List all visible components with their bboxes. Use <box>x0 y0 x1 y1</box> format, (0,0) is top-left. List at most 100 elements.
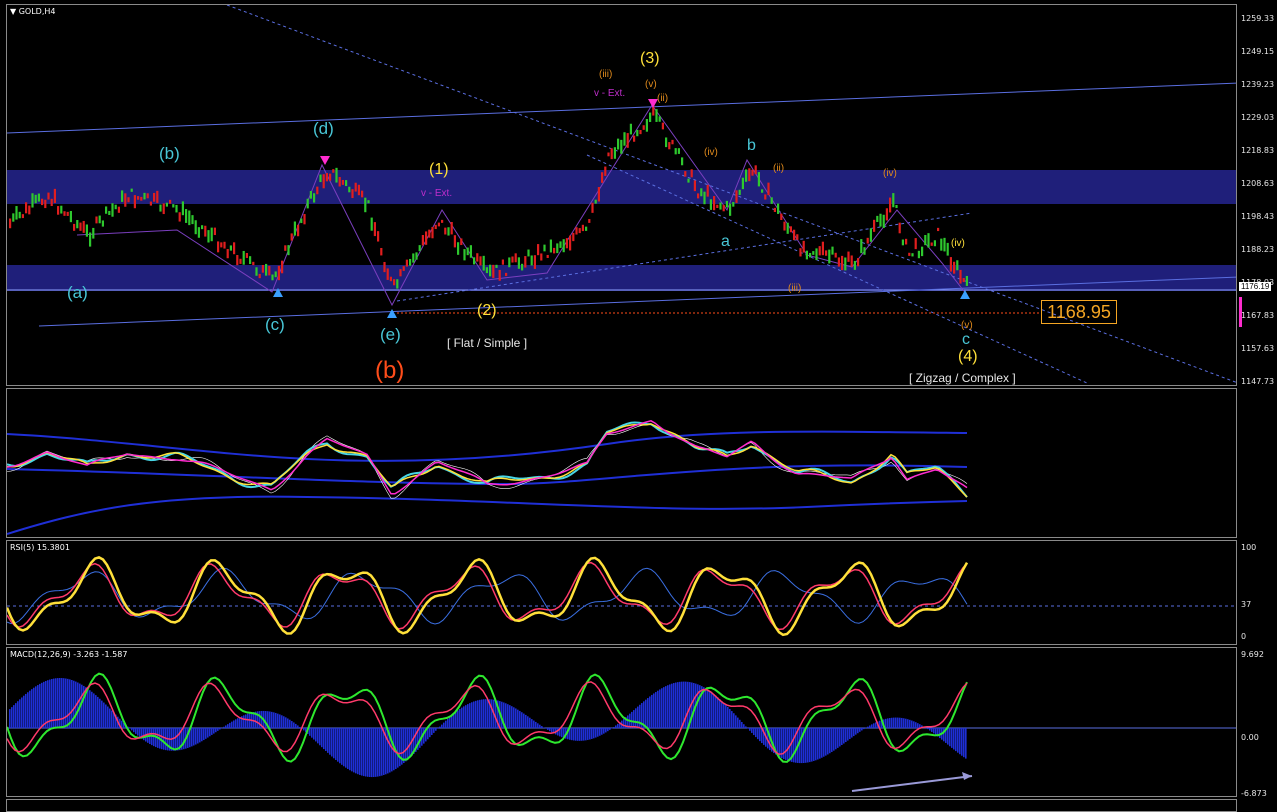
macd-histogram-bar <box>247 713 249 728</box>
candle <box>322 174 325 189</box>
candle <box>370 217 373 231</box>
wave-v-right-label: (v) <box>961 320 973 331</box>
macd-histogram-bar <box>561 728 563 738</box>
macd-histogram-bar <box>11 707 13 728</box>
macd-histogram-bar <box>933 728 935 734</box>
macd-histogram-bar <box>799 728 801 764</box>
macd-histogram-bar <box>475 700 477 728</box>
macd-histogram-bar <box>351 728 353 772</box>
macd-histogram-bar <box>637 706 639 728</box>
macd-histogram-bar <box>33 687 35 728</box>
macd-histogram-bar <box>21 697 23 728</box>
macd-histogram-bar <box>197 728 199 744</box>
band-lower <box>7 495 968 535</box>
candle <box>159 204 162 212</box>
candle <box>837 257 840 267</box>
candle <box>66 211 69 216</box>
candle <box>332 169 335 173</box>
macd-histogram-bar <box>581 728 583 741</box>
candle <box>79 222 82 231</box>
candle <box>357 184 360 196</box>
wave-iii-top-label: (iii) <box>599 69 613 80</box>
macd-histogram-bar <box>239 717 241 728</box>
candle <box>348 186 351 193</box>
macd-histogram-bar <box>693 682 695 728</box>
arrow-up-4 <box>960 290 970 299</box>
macd-histogram-bar <box>105 704 107 728</box>
macd-histogram-bar <box>443 722 445 728</box>
candle <box>553 247 556 254</box>
price-tick: 1218.83 <box>1241 146 1275 155</box>
candle <box>37 193 40 202</box>
macd-histogram-bar <box>785 728 787 760</box>
candle <box>607 152 610 157</box>
rsi-pane[interactable]: RSI(5) 15.3801 <box>6 540 1237 645</box>
candle <box>444 227 447 235</box>
macd-histogram-bar <box>713 694 715 728</box>
price-chart-pane[interactable]: ▼ GOLD,H4 (a) (b) (c) (d) (e) (b) (1) v … <box>6 4 1237 386</box>
macd-histogram-bar <box>647 698 649 728</box>
macd-histogram-bar <box>589 728 591 740</box>
macd-histogram-bar <box>821 728 823 758</box>
macd-histogram-bar <box>39 683 41 728</box>
macd-histogram-bar <box>907 719 909 728</box>
macd-histogram-bar <box>333 728 335 759</box>
macd-histogram-bar <box>867 726 869 728</box>
macd-histogram-bar <box>801 728 803 764</box>
candle <box>460 238 463 246</box>
candle <box>869 228 872 242</box>
macd-histogram-bar <box>909 719 911 728</box>
candle <box>895 204 898 209</box>
macd-histogram-bar <box>175 728 177 751</box>
macd-pane[interactable]: MACD(12,26,9) -3.263 -1.587 <box>6 647 1237 797</box>
macd-histogram-bar <box>541 726 543 728</box>
macd-histogram-bar <box>457 710 459 728</box>
bands-indicator-pane[interactable] <box>6 388 1237 538</box>
macd-histogram-bar <box>685 681 687 728</box>
macd-histogram-bar <box>725 704 727 728</box>
macd-histogram-bar <box>571 728 573 741</box>
macd-histogram-bar <box>303 728 305 731</box>
macd-histogram-bar <box>517 709 519 728</box>
candle <box>556 243 559 254</box>
macd-histogram-bar <box>895 717 897 728</box>
macd-histogram-bar <box>399 728 401 767</box>
macd-histogram-bar <box>939 728 941 739</box>
candle <box>149 201 152 206</box>
macd-histogram-bar <box>535 721 537 728</box>
candle <box>527 249 530 257</box>
macd-histogram-bar <box>431 728 433 736</box>
candle <box>233 242 236 255</box>
candle <box>28 205 31 215</box>
macd-histogram-bar <box>195 728 197 745</box>
macd-histogram-bar <box>77 682 79 728</box>
candle <box>236 255 239 266</box>
candle <box>700 188 703 197</box>
candle <box>114 204 117 210</box>
macd-histogram-bar <box>233 720 235 728</box>
macd-histogram-bar <box>487 699 489 728</box>
candle <box>501 259 504 265</box>
candle <box>121 190 124 202</box>
macd-histogram-bar <box>357 728 359 775</box>
macd-histogram-bar <box>245 714 247 728</box>
macd-histogram-bar <box>163 728 165 750</box>
candle <box>297 224 300 237</box>
macd-histogram-bar <box>735 715 737 728</box>
candle <box>60 205 63 214</box>
macd-histogram-bar <box>235 719 237 728</box>
macd-histogram-bar <box>665 686 667 728</box>
macd-histogram-bar <box>361 728 363 776</box>
macd-histogram-bar <box>211 728 213 735</box>
candle <box>146 193 149 199</box>
candle <box>252 261 255 266</box>
macd-histogram-bar <box>435 728 437 731</box>
candle <box>300 218 303 224</box>
candle <box>681 157 684 166</box>
candle <box>953 261 956 274</box>
candle <box>405 259 408 267</box>
candle <box>229 245 232 251</box>
macd-histogram-bar <box>519 710 521 728</box>
macd-histogram-bar <box>215 728 217 733</box>
candle <box>815 248 818 261</box>
